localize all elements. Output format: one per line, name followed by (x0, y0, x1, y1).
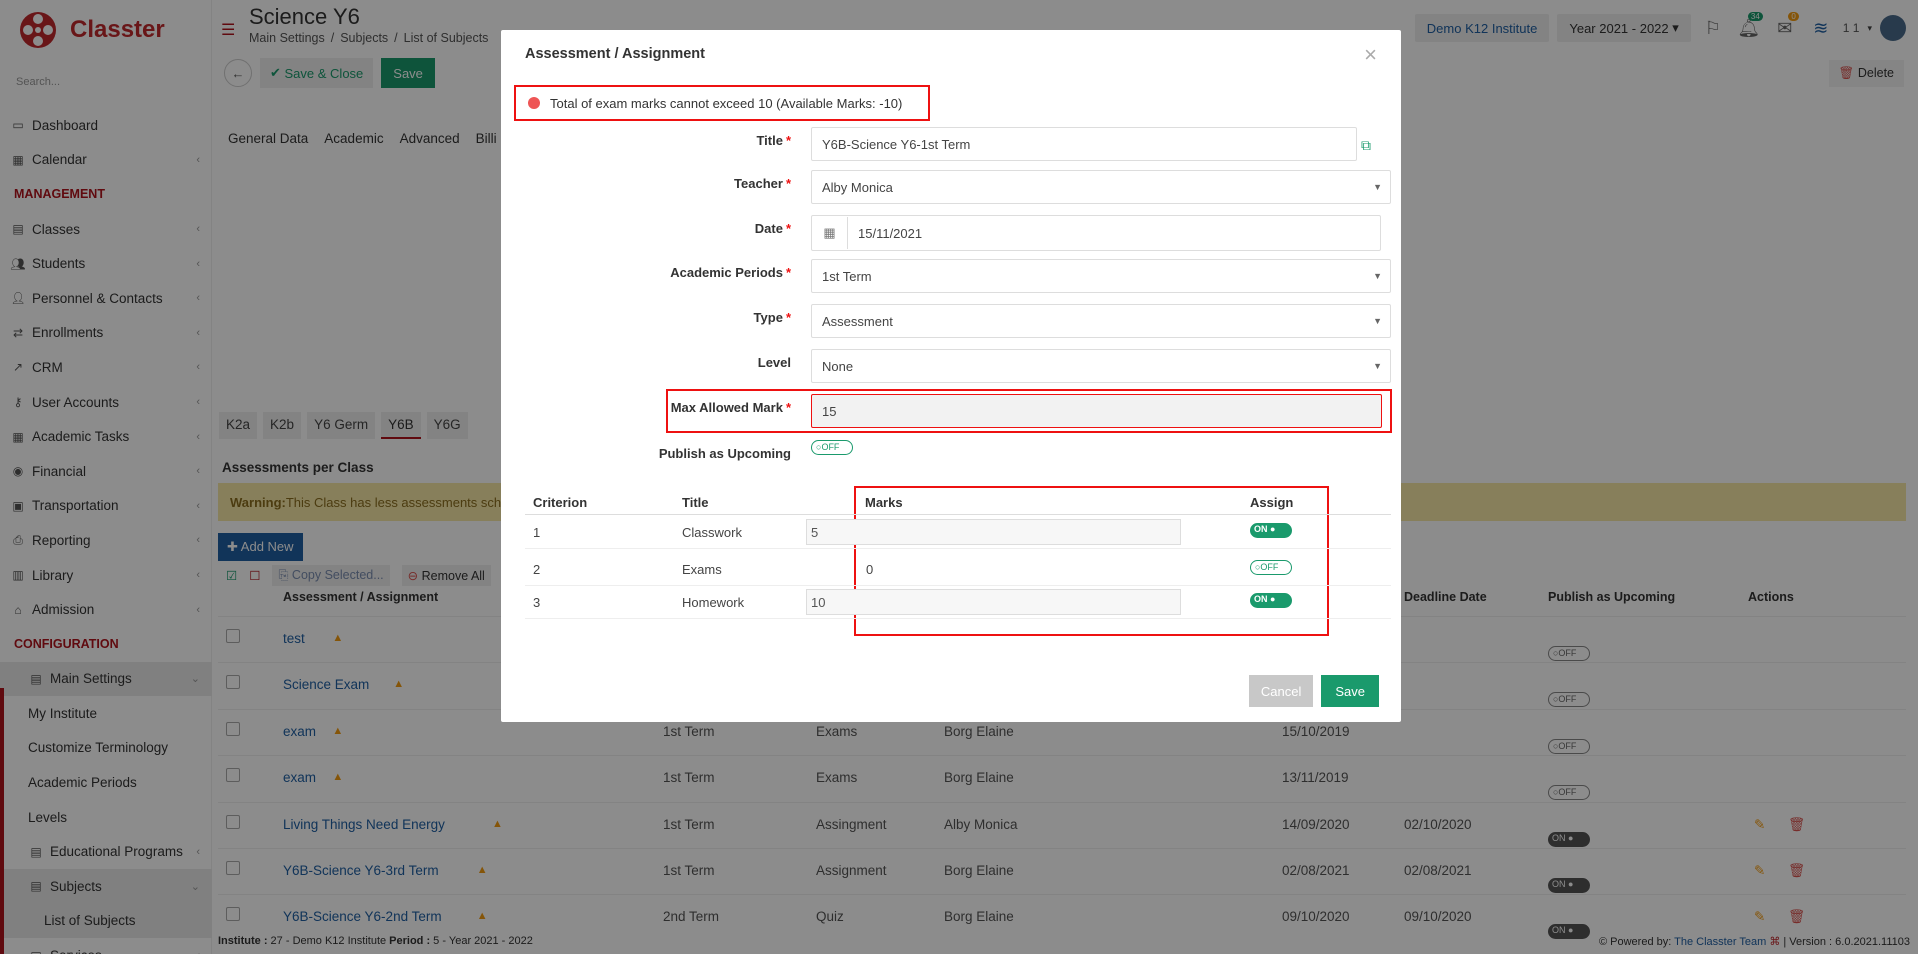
error-dot-icon (528, 97, 540, 109)
chevron-down-icon: ▼ (1373, 271, 1382, 281)
max-mark-row: Max Allowed Mark * 15 (501, 394, 1401, 428)
cancel-button[interactable]: Cancel (1248, 675, 1314, 707)
teacher-label: Teacher * (734, 176, 791, 191)
modal-buttons: Cancel Save (1248, 675, 1379, 707)
col-marks: Marks (865, 495, 903, 510)
marks-value: 0 (866, 562, 874, 577)
title-label: Title * (756, 133, 791, 148)
title-input[interactable]: Y6B-Science Y6-1st Term (811, 127, 1357, 161)
teacher-value: Alby Monica (822, 179, 893, 195)
periods-select[interactable]: 1st Term ▼ (811, 259, 1391, 293)
criterion-title: Classwork (682, 525, 742, 540)
criteria-row: 3 Homework 10 ON ● (525, 585, 1391, 619)
error-message: Total of exam marks cannot exceed 10 (Av… (514, 85, 930, 121)
criterion-number: 3 (533, 595, 541, 610)
marks-input[interactable]: 5 (806, 519, 1181, 545)
publish-row: Publish as Upcoming (501, 440, 1401, 474)
level-row: Level None ▼ (501, 349, 1401, 383)
publish-toggle[interactable]: ○OFF (811, 438, 853, 455)
level-value: None (822, 358, 854, 374)
date-input[interactable]: ▦ 15/11/2021 (811, 215, 1381, 251)
chevron-down-icon: ▼ (1373, 182, 1382, 192)
date-row: Date * ▦ 15/11/2021 (501, 215, 1401, 251)
criterion-title: Exams (682, 562, 722, 577)
periods-value: 1st Term (822, 268, 872, 284)
date-value: 15/11/2021 (858, 225, 923, 241)
periods-label: Academic Periods * (670, 265, 791, 280)
type-label: Type * (753, 310, 791, 325)
assign-toggle-state: ○OFF (1250, 560, 1292, 575)
copy-icon[interactable]: ⧉ (1361, 137, 1371, 154)
calendar-icon[interactable]: ▦ (812, 217, 848, 249)
assign-toggle-state: ON ● (1250, 593, 1292, 608)
criteria-row: 1 Classwork 5 ON ● (525, 515, 1391, 549)
criterion-number: 1 (533, 525, 541, 540)
col-criterion: Criterion (533, 495, 588, 510)
max-mark-input[interactable]: 15 (811, 394, 1382, 428)
type-select[interactable]: Assessment ▼ (811, 304, 1391, 338)
chevron-down-icon: ▼ (1373, 361, 1382, 371)
max-mark-label: Max Allowed Mark * (670, 400, 791, 415)
criterion-number: 2 (533, 562, 541, 577)
assessment-modal: Assessment / Assignment × Total of exam … (501, 30, 1401, 722)
assign-toggle-state: ON ● (1250, 523, 1292, 538)
level-select[interactable]: None ▼ (811, 349, 1391, 383)
teacher-row: Teacher * Alby Monica ▼ (501, 170, 1401, 204)
modal-save-button[interactable]: Save (1321, 675, 1379, 707)
type-row: Type * Assessment ▼ (501, 304, 1401, 338)
teacher-select[interactable]: Alby Monica ▼ (811, 170, 1391, 204)
col-assign: Assign (1250, 495, 1294, 510)
level-label: Level (757, 355, 791, 370)
periods-row: Academic Periods * 1st Term ▼ (501, 259, 1401, 293)
error-text: Total of exam marks cannot exceed 10 (Av… (550, 95, 903, 111)
criteria-row: 2 Exams 0 ○OFF (525, 552, 1391, 586)
publish-toggle-state: ○OFF (811, 440, 853, 455)
criteria-header: Criterion Title Marks Assign (525, 485, 1391, 515)
chevron-down-icon: ▼ (1373, 316, 1382, 326)
publish-label: Publish as Upcoming (658, 446, 791, 461)
type-value: Assessment (822, 313, 893, 329)
col-title: Title (682, 495, 709, 510)
date-label: Date * (754, 221, 791, 236)
marks-input[interactable]: 10 (806, 589, 1181, 615)
title-row: Title * Y6B-Science Y6-1st Term ⧉ (501, 127, 1401, 161)
modal-title: Assessment / Assignment (525, 46, 705, 62)
criterion-title: Homework (682, 595, 745, 610)
close-icon[interactable]: × (1364, 42, 1377, 68)
